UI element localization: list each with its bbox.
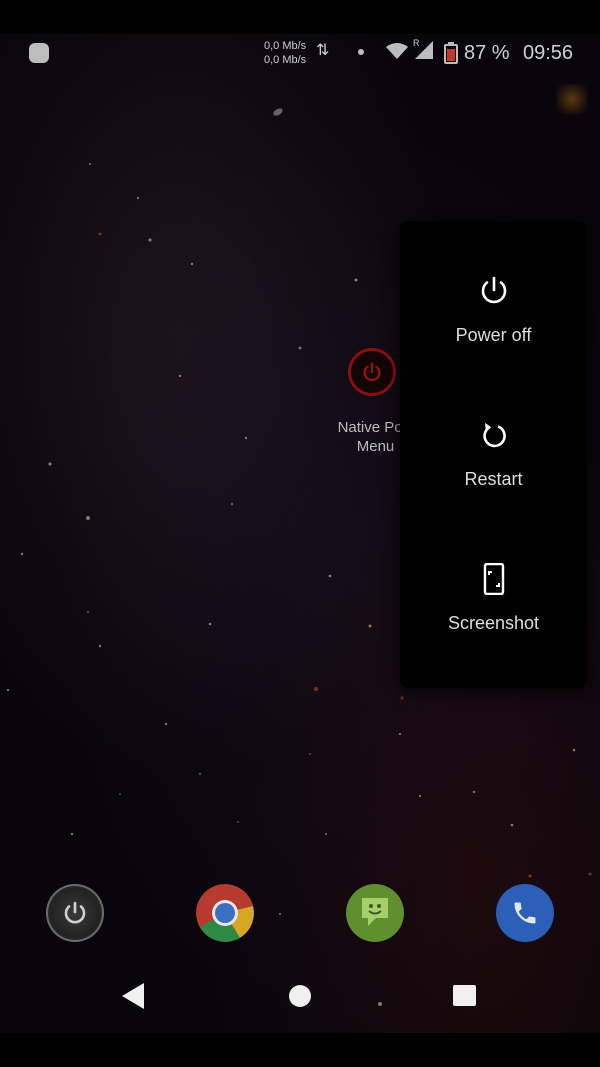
power-menu-panel: Power off Restart Screenshot [400,221,587,688]
status-bar: 0,0 Mb/s 0,0 Mb/s ⇅ R 87 % 09:56 [0,34,600,72]
net-up: 0,0 Mb/s [264,40,307,52]
restart-button[interactable]: Restart [400,419,587,563]
restart-label: Restart [464,469,523,489]
clock: 09:56 [523,42,574,64]
wifi-icon [386,43,408,59]
corner-app-icon[interactable] [556,84,588,114]
screenshot-label: Screenshot [447,613,540,633]
restart-icon [483,423,506,448]
hangouts-icon[interactable] [346,884,404,942]
dot-icon [358,49,364,55]
power-off-label: Power off [455,325,532,345]
home-button[interactable] [289,985,311,1007]
data-arrows-icon: ⇅ [316,42,330,59]
power-off-button[interactable]: Power off [400,275,587,419]
home-screen: 0,0 Mb/s 0,0 Mb/s ⇅ R 87 % 09:56 Native … [0,34,600,1033]
net-down: 0,0 Mb/s [264,54,307,66]
phone-icon[interactable] [496,884,554,942]
notification-icon [29,43,49,63]
chrome-icon[interactable] [196,884,254,942]
network-speed: 0,0 Mb/s 0,0 Mb/s [264,39,306,67]
screenshot-button[interactable]: Screenshot [400,563,587,707]
signal-icon [415,41,433,59]
screenshot-icon [483,563,505,595]
recents-button[interactable] [453,985,476,1006]
battery-icon [444,42,458,64]
power-icon [481,276,507,304]
back-button[interactable] [121,982,145,1010]
battery-percent: 87 % [464,42,510,64]
native-power-menu-icon[interactable] [348,348,396,396]
power-app-icon[interactable] [46,884,104,942]
